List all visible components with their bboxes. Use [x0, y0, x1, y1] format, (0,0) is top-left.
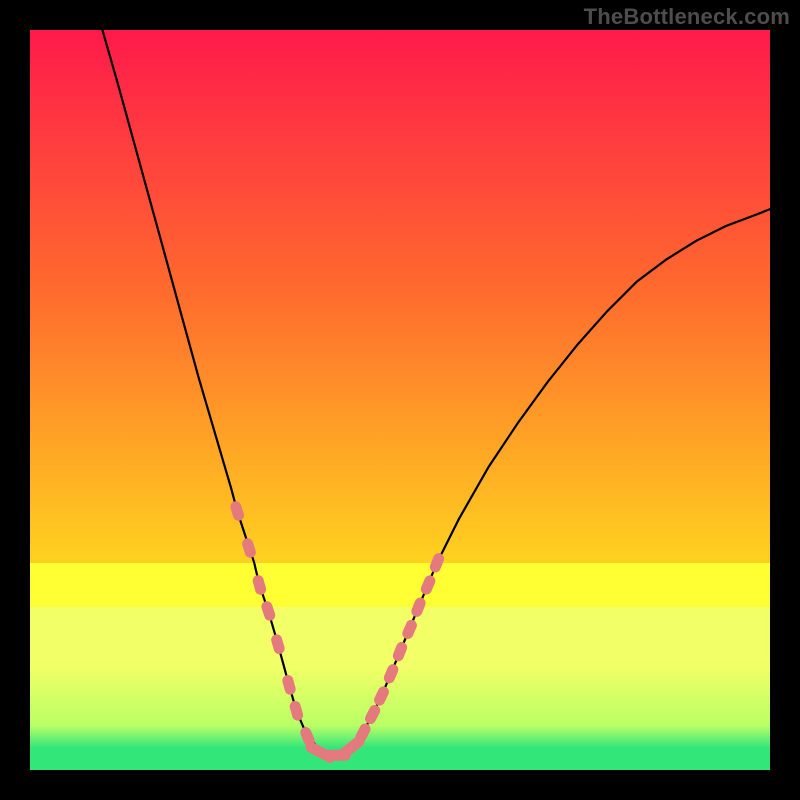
- outer-frame: TheBottleneck.com: [0, 0, 800, 800]
- chart-svg: [30, 30, 770, 770]
- plot-area: [30, 30, 770, 770]
- watermark-text: TheBottleneck.com: [584, 4, 790, 30]
